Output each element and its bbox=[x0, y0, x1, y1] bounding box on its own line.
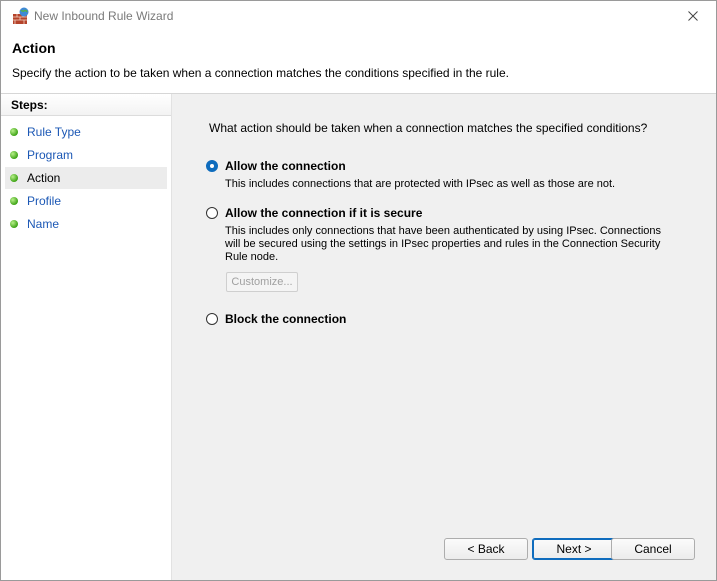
step-profile[interactable]: Profile bbox=[5, 190, 167, 212]
step-status-icon bbox=[10, 128, 18, 136]
step-rule-type[interactable]: Rule Type bbox=[5, 121, 167, 143]
step-action[interactable]: Action bbox=[5, 167, 167, 189]
window-title: New Inbound Rule Wizard bbox=[34, 9, 174, 23]
close-button[interactable] bbox=[670, 1, 716, 31]
step-status-icon bbox=[10, 151, 18, 159]
step-label: Name bbox=[27, 217, 60, 231]
allow-connection-radio[interactable] bbox=[206, 160, 218, 172]
step-status-icon bbox=[10, 220, 18, 228]
page-title: Action bbox=[12, 40, 56, 56]
step-label: Program bbox=[27, 148, 74, 162]
title-bar: New Inbound Rule Wizard bbox=[1, 1, 716, 31]
step-label: Profile bbox=[27, 194, 62, 208]
step-status-icon bbox=[10, 197, 18, 205]
step-program[interactable]: Program bbox=[5, 144, 167, 166]
allow-connection-label[interactable]: Allow the connection bbox=[225, 159, 346, 173]
block-connection-label[interactable]: Block the connection bbox=[225, 312, 346, 326]
allow-if-secure-description: This includes only connections that have… bbox=[225, 225, 661, 263]
step-name[interactable]: Name bbox=[5, 213, 167, 235]
step-status-icon bbox=[10, 174, 18, 182]
next-button[interactable]: Next > bbox=[532, 538, 616, 560]
main-content: What action should be taken when a conne… bbox=[172, 94, 716, 580]
firewall-icon bbox=[12, 7, 30, 25]
action-question: What action should be taken when a conne… bbox=[209, 121, 648, 135]
wizard-window: New Inbound Rule Wizard Action Specify t… bbox=[0, 0, 717, 581]
allow-if-secure-radio[interactable] bbox=[206, 207, 218, 219]
step-label: Rule Type bbox=[27, 125, 81, 139]
back-button[interactable]: < Back bbox=[444, 538, 528, 560]
close-icon bbox=[688, 11, 698, 21]
customize-button: Customize... bbox=[226, 272, 298, 292]
page-subtitle: Specify the action to be taken when a co… bbox=[12, 66, 509, 80]
steps-heading: Steps: bbox=[1, 94, 171, 116]
block-connection-radio[interactable] bbox=[206, 313, 218, 325]
steps-panel: Steps: Rule Type Program Action Profile … bbox=[1, 94, 172, 580]
wizard-header: Action Specify the action to be taken wh… bbox=[1, 31, 716, 94]
allow-connection-description: This includes connections that are prote… bbox=[225, 178, 616, 190]
allow-if-secure-label[interactable]: Allow the connection if it is secure bbox=[225, 206, 422, 220]
step-label: Action bbox=[27, 171, 61, 185]
cancel-button[interactable]: Cancel bbox=[611, 538, 695, 560]
